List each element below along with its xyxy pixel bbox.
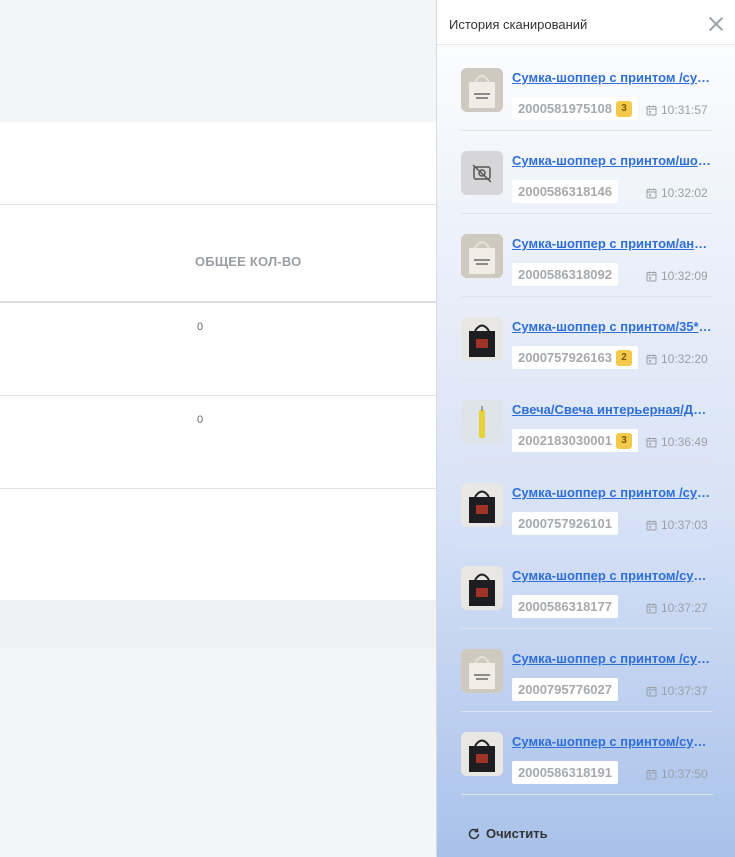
barcode-box: 2002183030001 3 [512,429,638,452]
product-title-link[interactable]: Сумка-шоппер с принтом /сумка [512,70,712,85]
refresh-icon [468,828,480,839]
scan-count-badge: 3 [616,100,632,117]
product-thumbnail [461,234,503,278]
divider [0,395,436,396]
barcode: 2000586318191 [518,765,612,780]
scan-time: 10:37:37 [646,684,708,698]
scan-time-value: 10:37:37 [661,684,708,698]
scan-time: 10:32:09 [646,269,708,283]
clear-button-label: Очистить [486,826,548,841]
product-thumbnail [461,400,503,444]
product-title-link[interactable]: Сумка-шоппер с принтом /сумка [512,651,712,666]
product-thumbnail [461,317,503,361]
barcode-box: 2000757926163 2 [512,346,638,369]
barcode: 2000586318146 [518,184,612,199]
barcode-box: 2000586318092 [512,263,618,286]
product-thumbnail [461,68,503,112]
product-title-link[interactable]: Сумка-шоппер с принтом/аниме [512,236,712,251]
barcode: 2002183030001 [518,433,612,448]
product-thumbnail [461,732,503,776]
clear-button[interactable]: Очистить [467,826,548,841]
barcode-box: 2000581975108 3 [512,97,638,120]
scan-time-value: 10:37:27 [661,601,708,615]
scan-history-item: Сумка-шоппер с принтом/шоппер 20005863181… [461,131,713,214]
scan-time: 10:31:57 [646,103,708,117]
calendar-icon [646,686,657,696]
calendar-icon [646,603,657,613]
product-title-link[interactable]: Сумка-шоппер с принтом/шоппер [512,153,712,168]
product-thumbnail [461,649,503,693]
product-thumbnail [461,566,503,610]
scan-time-value: 10:32:20 [661,352,708,366]
background-band [0,600,436,648]
barcode-box: 2000586318146 [512,180,618,203]
background-page: ОБЩЕЕ КОЛ-ВО 0 0 [0,0,436,857]
scan-time: 10:37:50 [646,767,708,781]
barcode-box: 2000586318177 [512,595,618,618]
scan-time-value: 10:36:49 [661,435,708,449]
divider [0,488,436,489]
scan-time: 10:37:27 [646,601,708,615]
barcode: 2000757926101 [518,516,612,531]
product-title-link[interactable]: Сумка-шоппер с принтом/сумка [512,734,712,749]
product-title-link[interactable]: Сумка-шоппер с принтом/35*40 [512,319,712,334]
product-title-link[interactable]: Сумка-шоппер с принтом/сумка [512,568,712,583]
scan-history-item: Сумка-шоппер с принтом /сумка 20005819751… [461,48,713,131]
scan-history-item: Сумка-шоппер с принтом/сумка 200058631819… [461,712,713,795]
barcode-box: 2000586318191 [512,761,618,784]
barcode-box: 2000757926101 [512,512,618,535]
barcode: 2000586318177 [518,599,612,614]
calendar-icon [646,437,657,447]
scan-time: 10:37:03 [646,518,708,532]
scan-time-value: 10:31:57 [661,103,708,117]
background-table-area [0,122,436,600]
scan-count-badge: 3 [616,432,632,449]
table-cell-qty: 0 [197,321,204,333]
panel-title: История сканирований [449,17,588,32]
product-thumbnail [461,151,503,195]
calendar-icon [646,520,657,530]
barcode: 2000586318092 [518,267,612,282]
divider [0,204,436,205]
scan-history-item: Свеча/Свеча интерьерная/Декор 20021830300… [461,380,713,463]
barcode: 2000581975108 [518,101,612,116]
scan-time: 10:36:49 [646,435,708,449]
scan-time-value: 10:32:02 [661,186,708,200]
barcode: 2000757926163 [518,350,612,365]
scan-history-item: Сумка-шоппер с принтом/сумка 200058631817… [461,546,713,629]
calendar-icon [646,354,657,364]
divider [0,301,436,303]
scan-time: 10:32:20 [646,352,708,366]
product-title-link[interactable]: Сумка-шоппер с принтом /сумка [512,485,712,500]
barcode-box: 2000795776027 [512,678,618,701]
scan-time-value: 10:37:50 [661,767,708,781]
scan-history-item: Сумка-шоппер с принтом/аниме 200058631809… [461,214,713,297]
column-header-total-qty: ОБЩЕЕ КОЛ-ВО [195,254,302,269]
scan-time: 10:32:02 [646,186,708,200]
scan-history-item: Сумка-шоппер с принтом/35*40 200075792616… [461,297,713,380]
scan-history-panel: История сканирований Сумка-шоппер с прин… [436,0,735,857]
product-thumbnail [461,483,503,527]
product-title-link[interactable]: Свеча/Свеча интерьерная/Декор [512,402,712,417]
scan-count-badge: 2 [616,349,632,366]
barcode: 2000795776027 [518,682,612,697]
scan-time-value: 10:32:09 [661,269,708,283]
calendar-icon [646,105,657,115]
calendar-icon [646,271,657,281]
calendar-icon [646,769,657,779]
scan-history-list: Сумка-шоппер с принтом /сумка 20005819751… [461,48,713,795]
scan-history-item: Сумка-шоппер с принтом /сумка 20007957760… [461,629,713,712]
panel-header: История сканирований [437,0,735,45]
table-cell-qty: 0 [197,414,204,426]
calendar-icon [646,188,657,198]
close-icon[interactable] [708,16,724,32]
scan-history-item: Сумка-шоппер с принтом /сумка 20007579261… [461,463,713,546]
scan-time-value: 10:37:03 [661,518,708,532]
